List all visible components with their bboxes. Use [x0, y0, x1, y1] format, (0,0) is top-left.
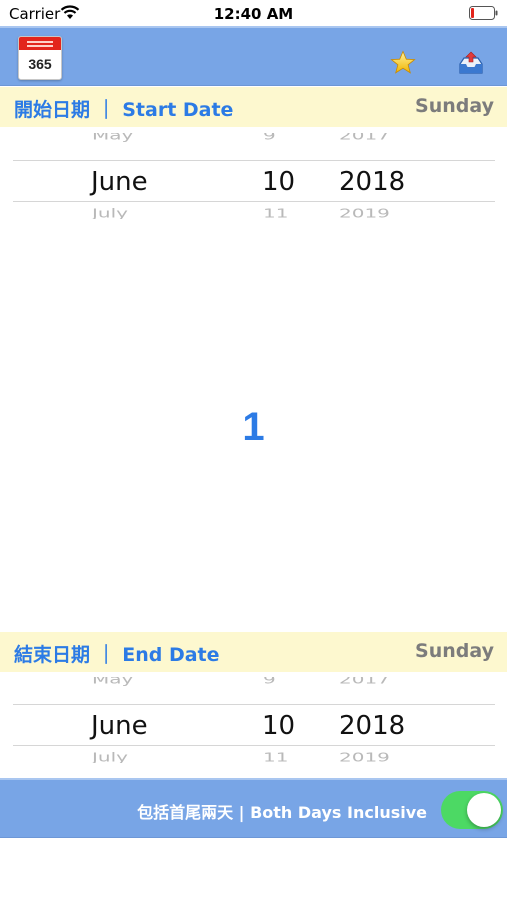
- day-cell[interactable]: 9: [263, 677, 276, 686]
- status-bar: Carrier 12:40 AM: [0, 0, 507, 26]
- month-cell-selected[interactable]: June: [91, 167, 148, 197]
- day-count-result: 1: [242, 405, 265, 449]
- year-cell[interactable]: 2017: [339, 677, 390, 686]
- app-logo: 365: [18, 36, 62, 80]
- month-cell[interactable]: July: [92, 750, 128, 763]
- day-cell[interactable]: 9: [263, 133, 276, 142]
- picker-selection-line: [13, 201, 495, 202]
- start-weekday: Sunday: [415, 95, 494, 117]
- end-date-header: 結束日期 ｜ End Date Sunday: [0, 632, 507, 672]
- start-date-picker[interactable]: May 9 2017 June 10 2018 July 11 2019: [0, 133, 507, 219]
- month-cell-selected[interactable]: June: [91, 711, 148, 741]
- inclusive-toggle[interactable]: [441, 791, 503, 829]
- picker-selection-line: [13, 704, 495, 705]
- end-date-picker[interactable]: May 9 2017 June 10 2018 July 11 2019: [0, 677, 507, 763]
- share-inbox-icon[interactable]: [457, 50, 485, 76]
- battery-icon: [469, 6, 498, 20]
- day-cell[interactable]: 11: [263, 206, 288, 219]
- picker-selection-line: [13, 745, 495, 746]
- status-time: 12:40 AM: [213, 5, 294, 23]
- year-cell[interactable]: 2019: [339, 750, 390, 763]
- end-date-label: 結束日期 ｜ End Date: [14, 644, 220, 666]
- month-cell[interactable]: May: [92, 133, 133, 142]
- picker-selection-line: [13, 160, 495, 161]
- toggle-knob[interactable]: [467, 793, 501, 827]
- inclusive-label: 包括首尾兩天 | Both Days Inclusive: [137, 803, 427, 822]
- day-cell-selected[interactable]: 10: [262, 167, 295, 197]
- year-cell-selected[interactable]: 2018: [339, 711, 405, 741]
- month-cell[interactable]: May: [92, 677, 133, 686]
- end-weekday: Sunday: [415, 640, 494, 662]
- bottom-toolbar: 包括首尾兩天 | Both Days Inclusive: [0, 778, 507, 838]
- year-cell-selected[interactable]: 2018: [339, 167, 405, 197]
- start-date-label: 開始日期 ｜ Start Date: [14, 99, 234, 121]
- year-cell[interactable]: 2017: [339, 133, 390, 142]
- day-cell[interactable]: 11: [263, 750, 288, 763]
- logo-number: 365: [28, 56, 52, 72]
- start-date-header: 開始日期 ｜ Start Date Sunday: [0, 87, 507, 127]
- year-cell[interactable]: 2019: [339, 206, 390, 219]
- top-toolbar: 365: [0, 26, 507, 86]
- calendar-header-icon: [19, 37, 61, 50]
- day-cell-selected[interactable]: 10: [262, 711, 295, 741]
- month-cell[interactable]: July: [92, 206, 128, 219]
- star-icon[interactable]: [390, 50, 416, 76]
